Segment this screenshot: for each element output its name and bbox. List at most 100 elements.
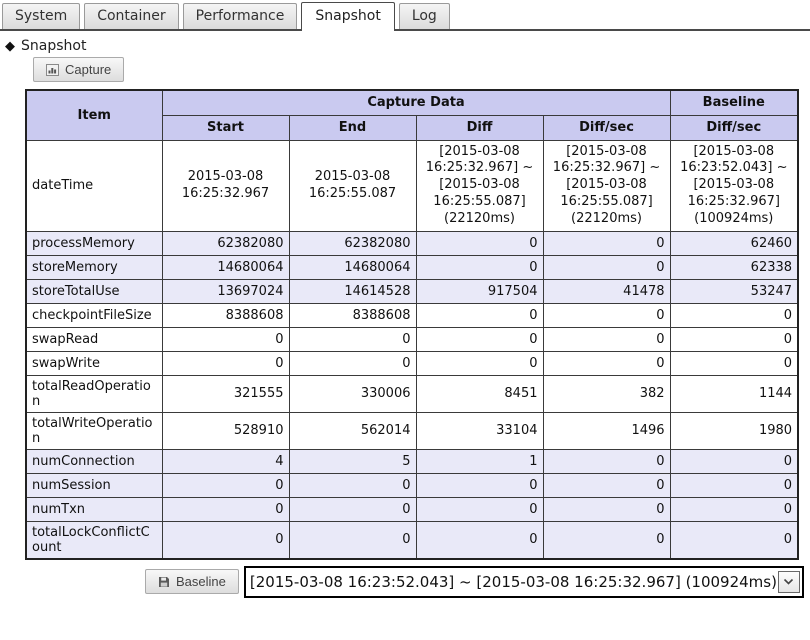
tab-container[interactable]: Container bbox=[84, 3, 178, 29]
value-cell: 0 bbox=[289, 473, 416, 497]
value-cell: 33104 bbox=[416, 412, 543, 449]
value-cell: 0 bbox=[289, 497, 416, 521]
item-cell: processMemory bbox=[26, 231, 162, 255]
page-title: Snapshot bbox=[21, 38, 86, 54]
item-cell: numSession bbox=[26, 473, 162, 497]
table-row: totalLockConflictCount00000 bbox=[26, 521, 798, 559]
value-cell: 562014 bbox=[289, 412, 416, 449]
snapshot-table-body: dateTime2015-03-08 16:25:32.9672015-03-0… bbox=[26, 140, 798, 559]
value-cell: 0 bbox=[416, 521, 543, 559]
value-cell: 14614528 bbox=[289, 279, 416, 303]
value-cell: 0 bbox=[289, 351, 416, 375]
table-row: dateTime2015-03-08 16:25:32.9672015-03-0… bbox=[26, 140, 798, 231]
item-cell: totalWriteOperation bbox=[26, 412, 162, 449]
table-row: totalReadOperation3215553300068451382114… bbox=[26, 375, 798, 412]
tab-bar: System Container Performance Snapshot Lo… bbox=[0, 0, 810, 31]
value-cell: 62382080 bbox=[289, 231, 416, 255]
value-cell: 0 bbox=[162, 521, 289, 559]
value-cell: 1144 bbox=[670, 375, 798, 412]
item-cell: numTxn bbox=[26, 497, 162, 521]
value-cell: 917504 bbox=[416, 279, 543, 303]
value-cell: 0 bbox=[416, 303, 543, 327]
value-cell: 0 bbox=[543, 521, 670, 559]
value-cell: 382 bbox=[543, 375, 670, 412]
value-cell: 62460 bbox=[670, 231, 798, 255]
value-cell: 321555 bbox=[162, 375, 289, 412]
value-cell: 0 bbox=[416, 327, 543, 351]
value-cell: 0 bbox=[670, 303, 798, 327]
value-cell: 62338 bbox=[670, 255, 798, 279]
value-cell: 0 bbox=[543, 231, 670, 255]
value-cell: 1 bbox=[416, 449, 543, 473]
tab-snapshot[interactable]: Snapshot bbox=[301, 2, 394, 31]
col-header-start: Start bbox=[162, 115, 289, 140]
value-cell: 0 bbox=[162, 497, 289, 521]
value-cell: 0 bbox=[670, 497, 798, 521]
tab-log[interactable]: Log bbox=[399, 3, 450, 29]
table-header: Item Capture Data Baseline Start End Dif… bbox=[26, 90, 798, 140]
baseline-select[interactable]: [2015-03-08 16:23:52.043] ~ [2015-03-08 … bbox=[244, 566, 804, 598]
value-cell: 0 bbox=[289, 327, 416, 351]
value-cell: 0 bbox=[543, 351, 670, 375]
chevron-down-icon[interactable] bbox=[778, 571, 800, 593]
col-header-item: Item bbox=[26, 90, 162, 140]
table-row: numConnection45100 bbox=[26, 449, 798, 473]
value-cell: 0 bbox=[670, 351, 798, 375]
table-row: numSession00000 bbox=[26, 473, 798, 497]
table-row: numTxn00000 bbox=[26, 497, 798, 521]
item-cell: checkpointFileSize bbox=[26, 303, 162, 327]
value-cell: 2015-03-08 16:25:55.087 bbox=[289, 140, 416, 231]
col-header-baseline-diff-sec: Diff/sec bbox=[670, 115, 798, 140]
value-cell: 14680064 bbox=[289, 255, 416, 279]
tab-system[interactable]: System bbox=[2, 3, 80, 29]
value-cell: 0 bbox=[543, 497, 670, 521]
col-header-end: End bbox=[289, 115, 416, 140]
item-cell: totalLockConflictCount bbox=[26, 521, 162, 559]
value-cell: [2015-03-08 16:23:52.043] ~ [2015-03-08 … bbox=[670, 140, 798, 231]
value-cell: 13697024 bbox=[162, 279, 289, 303]
value-cell: 0 bbox=[416, 497, 543, 521]
value-cell: 4 bbox=[162, 449, 289, 473]
col-header-diff: Diff bbox=[416, 115, 543, 140]
col-header-diff-sec: Diff/sec bbox=[543, 115, 670, 140]
item-cell: numConnection bbox=[26, 449, 162, 473]
item-cell: dateTime bbox=[26, 140, 162, 231]
item-cell: swapWrite bbox=[26, 351, 162, 375]
value-cell: 0 bbox=[543, 327, 670, 351]
table-row: totalWriteOperation528910562014331041496… bbox=[26, 412, 798, 449]
tab-performance[interactable]: Performance bbox=[183, 3, 298, 29]
value-cell: 0 bbox=[670, 327, 798, 351]
value-cell: [2015-03-08 16:25:32.967] ~ [2015-03-08 … bbox=[543, 140, 670, 231]
value-cell: 0 bbox=[543, 473, 670, 497]
value-cell: 8388608 bbox=[162, 303, 289, 327]
value-cell: 0 bbox=[162, 351, 289, 375]
item-cell: storeMemory bbox=[26, 255, 162, 279]
value-cell: 0 bbox=[416, 255, 543, 279]
baseline-button[interactable]: Baseline bbox=[145, 569, 239, 594]
table-row: storeTotalUse136970241461452891750441478… bbox=[26, 279, 798, 303]
value-cell: 62382080 bbox=[162, 231, 289, 255]
value-cell: 41478 bbox=[543, 279, 670, 303]
value-cell: 0 bbox=[670, 521, 798, 559]
value-cell: 0 bbox=[543, 449, 670, 473]
save-disk-icon bbox=[158, 576, 170, 588]
value-cell: 0 bbox=[416, 473, 543, 497]
value-cell: 0 bbox=[416, 231, 543, 255]
item-cell: totalReadOperation bbox=[26, 375, 162, 412]
value-cell: 0 bbox=[543, 255, 670, 279]
value-cell: 0 bbox=[162, 473, 289, 497]
value-cell: [2015-03-08 16:25:32.967] ~ [2015-03-08 … bbox=[416, 140, 543, 231]
table-row: processMemory62382080623820800062460 bbox=[26, 231, 798, 255]
item-cell: storeTotalUse bbox=[26, 279, 162, 303]
value-cell: 330006 bbox=[289, 375, 416, 412]
capture-button-label: Capture bbox=[65, 62, 111, 77]
value-cell: 0 bbox=[289, 521, 416, 559]
table-row: swapWrite00000 bbox=[26, 351, 798, 375]
capture-button[interactable]: Capture bbox=[33, 57, 124, 82]
baseline-bar: Baseline [2015-03-08 16:23:52.043] ~ [20… bbox=[145, 566, 810, 598]
value-cell: 1980 bbox=[670, 412, 798, 449]
value-cell: 0 bbox=[162, 327, 289, 351]
baseline-select-value: [2015-03-08 16:23:52.043] ~ [2015-03-08 … bbox=[250, 573, 777, 591]
value-cell: 0 bbox=[670, 473, 798, 497]
table-row: swapRead00000 bbox=[26, 327, 798, 351]
